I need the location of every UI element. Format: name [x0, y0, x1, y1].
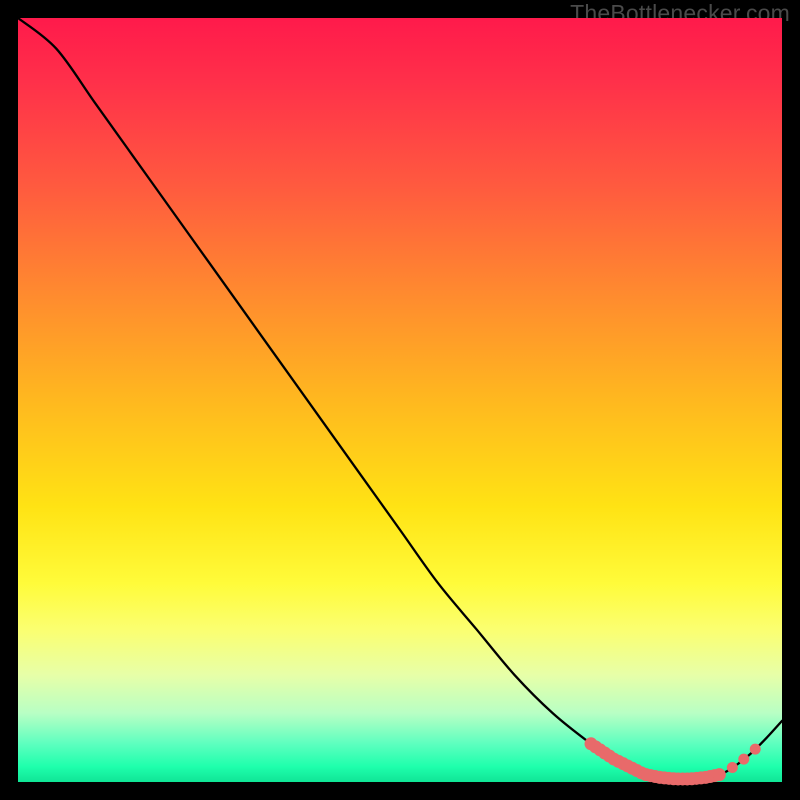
bottleneck-curve: [18, 18, 782, 779]
minimum-marker-dots: [585, 737, 761, 785]
curve-marker-dot: [738, 754, 749, 765]
curve-marker-dot: [750, 744, 761, 755]
chart-frame: [18, 18, 782, 782]
chart-plot: [18, 18, 782, 782]
curve-marker-dot: [727, 762, 738, 773]
curve-marker-dot: [713, 768, 726, 781]
